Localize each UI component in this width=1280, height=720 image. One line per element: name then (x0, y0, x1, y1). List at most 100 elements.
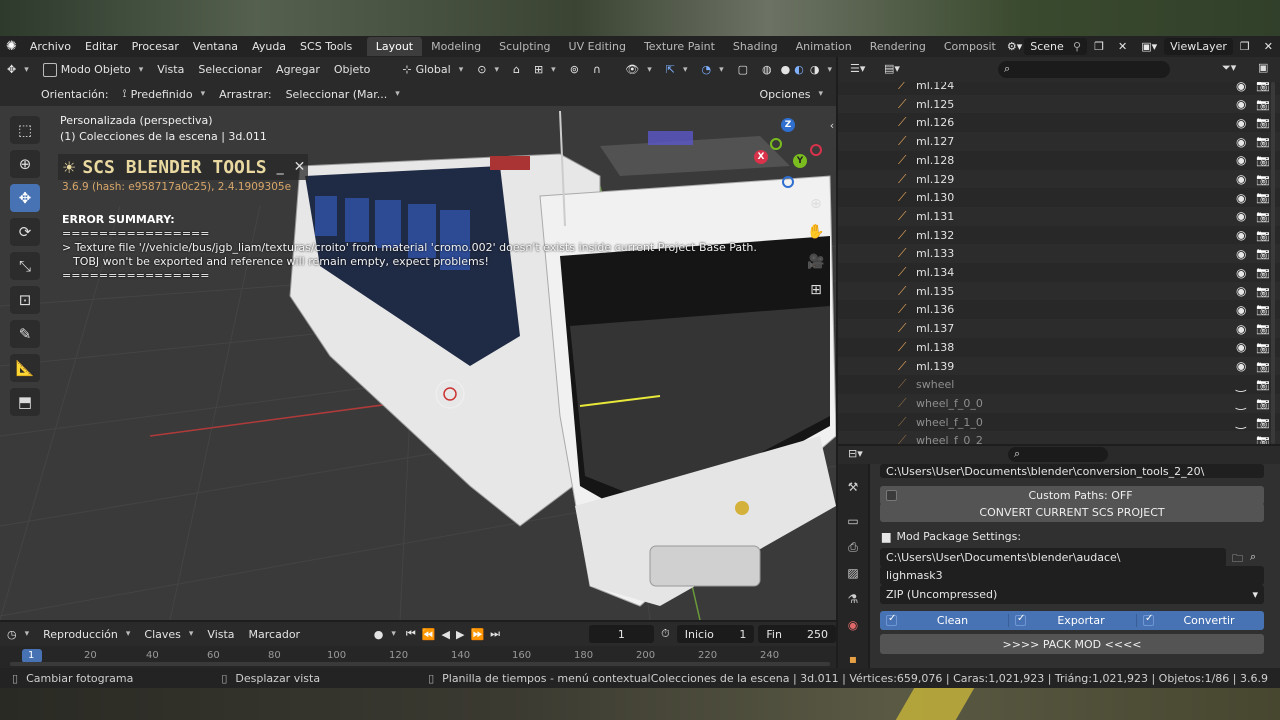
view-layer-field[interactable]: ViewLayer (1164, 38, 1233, 55)
scale-tool-icon[interactable]: ⤡ (10, 252, 40, 280)
eye-icon[interactable]: ◉ (1236, 209, 1246, 223)
timeline-editor-icon[interactable]: ◷ (0, 628, 36, 641)
menu-ayuda[interactable]: Ayuda (245, 40, 293, 53)
pack-mod-button[interactable]: >>>> PACK MOD <<<< (880, 634, 1264, 654)
camera-icon[interactable]: 📷 (1256, 82, 1270, 92)
camera-icon[interactable]: 📷 (1256, 285, 1270, 298)
filter-icon[interactable]: ⏷▾ (1222, 61, 1236, 75)
camera-icon[interactable]: 📷 (1256, 397, 1270, 410)
next-keyframe-icon[interactable]: ⏩ (467, 628, 487, 641)
export-checkbox[interactable] (1015, 613, 1026, 626)
tab-uv-editing[interactable]: UV Editing (560, 37, 635, 56)
tab-sculpting[interactable]: Sculpting (490, 37, 559, 56)
object-tab-icon[interactable]: ▪ (845, 652, 861, 668)
outliner-row[interactable]: ⟋ wheel_f_0_0 ‿ 📷 (838, 393, 1280, 413)
xray-icon[interactable]: ▢ (731, 63, 755, 76)
zoom-icon[interactable]: ⊕ (806, 194, 826, 214)
browse-icon[interactable]: ⌕ (1250, 550, 1256, 564)
end-frame-field[interactable]: Fin 250 (758, 625, 837, 643)
eye-closed-icon[interactable]: ‿ (1236, 396, 1246, 410)
camera-icon[interactable]: 📷 (1256, 341, 1270, 354)
camera-view-icon[interactable]: 🎥 (806, 252, 826, 272)
project-path-field[interactable]: C:\Users\User\Documents\blender\conversi… (880, 464, 1264, 478)
format-dropdown[interactable]: ZIP (Uncompressed) ▾ (880, 585, 1264, 604)
new-view-layer-icon[interactable]: ❐ (1233, 40, 1257, 53)
outliner-row[interactable]: ⟋ ml.136 ◉ 📷 (838, 300, 1280, 320)
outliner-row[interactable]: ⟋ ml.129 ◉ 📷 (838, 169, 1280, 189)
outliner-row[interactable]: ⟋ ml.125 ◉ 📷 (838, 94, 1280, 114)
clean-toggle[interactable]: Clean (880, 613, 1008, 627)
pin-icon[interactable]: ⚲ (1073, 40, 1081, 53)
outliner-row[interactable]: ⟋ ml.130 ◉ 📷 (838, 188, 1280, 208)
add-cube-tool-icon[interactable]: ⬒ (10, 388, 40, 416)
outliner-row[interactable]: ⟋ ml.132 ◉ 📷 (838, 225, 1280, 245)
camera-icon[interactable]: 📷 (1256, 360, 1270, 373)
view-layer-tab-icon[interactable]: ▨ (845, 566, 861, 582)
eye-icon[interactable]: ◉ (1236, 191, 1246, 205)
jump-start-icon[interactable]: ⏮ (403, 627, 419, 641)
menu-reproduccion[interactable]: Reproducción (36, 628, 137, 641)
rotate-tool-icon[interactable]: ⟳ (10, 218, 40, 246)
clean-checkbox[interactable] (886, 613, 897, 626)
outliner-row[interactable]: ⟋ wheel_f_0_2 ‿ 📷 (838, 431, 1280, 444)
close-icon[interactable]: ✕ (294, 159, 306, 175)
outliner-row[interactable]: ⟋ wheel_f_1_0 ‿ 📷 (838, 412, 1280, 432)
tab-compositing[interactable]: Composit (935, 37, 1005, 56)
view-layer-icon[interactable]: ▣▾ (1134, 40, 1164, 53)
outliner-row[interactable]: ⟋ ml.135 ◉ 📷 (838, 281, 1280, 301)
camera-icon[interactable]: 📷 (1256, 135, 1270, 148)
shading-material-icon[interactable]: ◐ (792, 63, 806, 76)
current-frame-field[interactable]: 1 (588, 625, 655, 643)
jump-end-icon[interactable]: ⏭ (487, 627, 503, 641)
gizmo-x-axis[interactable]: X (754, 150, 768, 164)
convert-checkbox[interactable] (1143, 613, 1154, 626)
camera-icon[interactable]: 📷 (1256, 416, 1270, 429)
new-collection-icon[interactable]: ▣ (1258, 61, 1268, 74)
outliner-row[interactable]: ⟋ ml.137 ◉ 📷 (838, 319, 1280, 339)
camera-icon[interactable]: 📷 (1256, 229, 1270, 242)
eye-icon[interactable]: ◉ (1236, 303, 1246, 317)
record-icon[interactable]: ● (367, 628, 403, 641)
drag-dropdown[interactable]: Seleccionar (Mar... (279, 88, 407, 101)
camera-icon[interactable]: 📷 (1256, 98, 1270, 111)
new-scene-icon[interactable]: ❐ (1087, 40, 1111, 53)
scene-selector-icon[interactable]: ⚙▾ (1005, 40, 1024, 53)
outliner-row[interactable]: ⟋ ml.131 ◉ 📷 (838, 206, 1280, 226)
scene-tab-icon[interactable]: ⚗ (845, 592, 861, 608)
convert-toggle[interactable]: Convertir (1136, 613, 1264, 627)
camera-icon[interactable]: 📷 (1256, 191, 1270, 204)
play-icon[interactable]: ▶ (453, 628, 467, 641)
transform-tool-icon[interactable]: ⊡ (10, 286, 40, 314)
outliner-row[interactable]: ⟋ ml.139 ◉ 📷 (838, 356, 1280, 376)
mod-name-field[interactable]: lighmask3 (880, 566, 1264, 585)
eye-icon[interactable]: ◉ (1236, 135, 1246, 149)
display-mode-icon[interactable]: ▤▾ (884, 62, 900, 75)
convert-project-button[interactable]: CONVERT CURRENT SCS PROJECT (880, 503, 1264, 522)
editor-type-icon[interactable]: ✥ (0, 63, 36, 76)
delete-scene-icon[interactable]: ✕ (1111, 40, 1134, 53)
blender-logo-icon[interactable]: ✺ (6, 39, 17, 55)
tool-tab-icon[interactable]: ⚒ (845, 480, 861, 496)
eye-icon[interactable]: ◉ (1236, 82, 1246, 93)
eye-closed-icon[interactable]: ‿ (1236, 415, 1246, 429)
outliner-row[interactable]: ⟋ swheel ‿ 📷 (838, 375, 1280, 395)
pivot-icon[interactable]: ⊙ (470, 63, 506, 76)
pan-hand-icon[interactable]: ✋ (806, 222, 826, 242)
tab-shading[interactable]: Shading (724, 37, 787, 56)
start-frame-field[interactable]: Inicio 1 (676, 625, 755, 643)
eye-icon[interactable]: ◉ (1236, 116, 1246, 130)
camera-icon[interactable]: 📷 (1256, 322, 1270, 335)
select-box-tool-icon[interactable]: ⬚ (10, 116, 40, 144)
mod-path-field[interactable]: C:\Users\User\Documents\blender\audace\ (880, 548, 1226, 567)
eye-icon[interactable]: ◉ (1236, 228, 1246, 242)
gizmo-z-axis[interactable]: Z (781, 118, 795, 132)
properties-search-input[interactable]: ⌕ (1008, 447, 1108, 462)
gizmo-toggle-icon[interactable]: ⇱ (659, 63, 695, 76)
menu-marcador[interactable]: Marcador (242, 628, 308, 641)
eye-closed-icon[interactable]: ‿ (1236, 378, 1246, 392)
camera-icon[interactable]: 📷 (1256, 173, 1270, 186)
gizmo-neg-y[interactable] (770, 138, 782, 150)
proportional-edit-icon[interactable]: ⊚ (563, 63, 586, 76)
shading-solid-icon[interactable]: ● (779, 63, 793, 76)
menu-vista[interactable]: Vista (150, 63, 191, 76)
